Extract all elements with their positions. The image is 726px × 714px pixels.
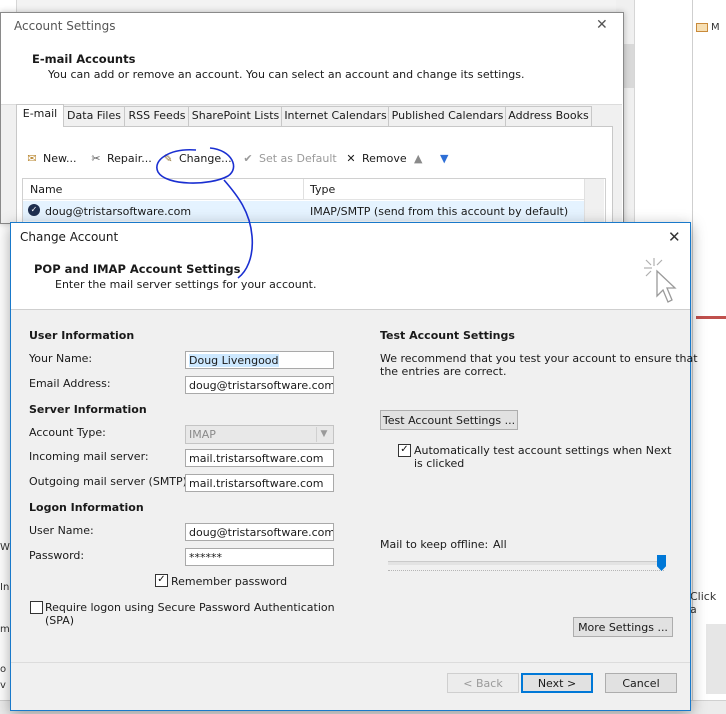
email-address-label: Email Address: [29,377,111,390]
bg-click-hint: Click a [690,590,717,616]
your-name-label: Your Name: [29,352,93,365]
tab-address-books[interactable]: Address Books [505,106,592,126]
auto-test-checkbox[interactable]: ✓ [398,444,411,457]
checkmark-circle-icon: ✔ [243,152,253,165]
offline-slider-ticks [388,570,664,571]
server-info-heading: Server Information [29,403,147,416]
edit-account-icon: ✎ [163,152,173,165]
outgoing-server-label: Outgoing mail server (SMTP): [29,475,191,488]
account-type-label: Account Type: [29,426,106,439]
auto-test-label-2: is clicked [414,457,465,470]
account-settings-title: Account Settings [14,19,116,33]
password-label: Password: [29,549,85,562]
change-account-title: Change Account [20,230,119,244]
your-name-field[interactable]: Doug Livengood [185,351,334,369]
tab-data-files[interactable]: Data Files [62,106,126,126]
incoming-server-field[interactable]: mail.tristarsoftware.com [185,449,334,467]
test-account-settings-button[interactable]: Test Account Settings ... [380,410,518,430]
tab-rss-feeds[interactable]: RSS Feeds [124,106,190,126]
back-button[interactable]: < Back [447,673,519,693]
next-button[interactable]: Next > [521,673,593,693]
move-down-icon[interactable]: ▼ [440,150,448,168]
bg-mail-item: M [696,22,720,33]
email-accounts-heading: E-mail Accounts [32,52,136,66]
cancel-button[interactable]: Cancel [605,673,677,693]
incoming-server-label: Incoming mail server: [29,450,149,463]
spa-checkbox[interactable] [30,601,43,614]
close-icon: ✕ [346,152,356,165]
new-mail-icon: ✉ [27,152,37,165]
chevron-down-icon: ▼ [316,427,331,442]
user-info-heading: User Information [29,329,135,342]
test-settings-heading: Test Account Settings [380,329,515,342]
pop-imap-heading: POP and IMAP Account Settings [34,262,241,276]
cursor-sparkle-icon [644,258,677,303]
move-up-icon[interactable]: ▲ [414,150,422,168]
column-header-type[interactable]: Type [310,183,335,196]
remember-password-checkbox[interactable]: ✓ [155,574,168,587]
set-default-button[interactable]: ✔ Set as Default [240,150,336,168]
footer-divider [11,662,690,663]
tab-email[interactable]: E-mail [16,104,64,127]
envelope-icon [696,22,708,32]
tools-icon: ✂ [91,152,101,165]
account-name-cell: doug@tristarsoftware.com [45,205,192,218]
email-address-field[interactable]: doug@tristarsoftware.com [185,376,334,394]
column-divider [303,179,304,199]
tab-published-calendars[interactable]: Published Calendars [388,106,507,126]
new-account-button[interactable]: ✉ New... [24,150,76,168]
bg-block [706,624,726,694]
default-account-icon: ✓ [28,204,40,216]
spa-label-2: (SPA) [45,614,75,627]
change-button[interactable]: ✎ Change... [160,150,231,168]
account-type-select[interactable]: IMAP ▼ [185,425,334,444]
test-description: We recommend that you test your account … [380,352,698,365]
tab-internet-calendars[interactable]: Internet Calendars [281,106,390,126]
offline-value: All [493,538,507,551]
offline-label: Mail to keep offline: [380,538,489,551]
list-scrollbar[interactable] [584,179,604,222]
more-settings-button[interactable]: More Settings ... [573,617,673,637]
bg-accent-line [696,316,726,319]
remove-button[interactable]: ✕ Remove [343,150,406,168]
pop-imap-subheading: Enter the mail server settings for your … [55,278,317,291]
repair-button[interactable]: ✂ Repair... [88,150,151,168]
email-accounts-subheading: You can add or remove an account. You ca… [48,68,525,81]
tab-sharepoint-lists[interactable]: SharePoint Lists [188,106,283,126]
username-field[interactable]: doug@tristarsoftware.com [185,523,334,541]
close-icon[interactable]: ✕ [596,17,608,33]
spa-label: Require logon using Secure Password Auth… [45,601,335,614]
logon-info-heading: Logon Information [29,501,144,514]
auto-test-label: Automatically test account settings when… [414,444,672,457]
remember-password-label: Remember password [171,575,288,588]
password-field[interactable]: ****** [185,548,334,566]
outgoing-server-field[interactable]: mail.tristarsoftware.com [185,474,334,492]
test-description-2: the entries are correct. [380,365,507,378]
offline-slider-track[interactable] [388,561,664,565]
account-type-cell: IMAP/SMTP (send from this account by def… [310,205,569,218]
close-icon[interactable]: ✕ [668,228,681,246]
username-label: User Name: [29,524,94,537]
column-header-name[interactable]: Name [30,183,62,196]
